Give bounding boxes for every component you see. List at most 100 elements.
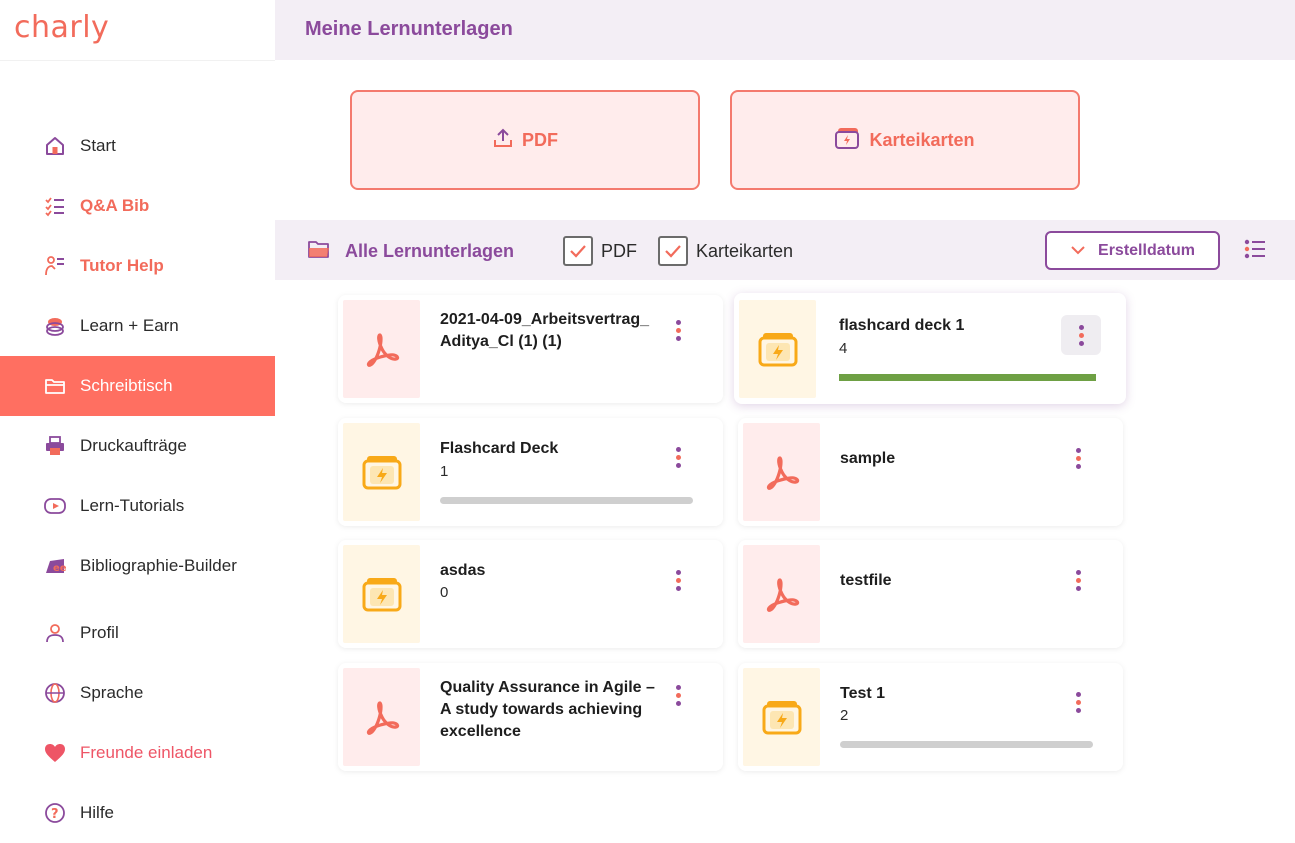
deck-filter-checkbox[interactable]: Karteikarten [658,236,793,266]
card-count: 1 [440,463,449,480]
sidebar-item-label: Freunde einladen [80,743,213,762]
sidebar-item-freunde-einladen[interactable]: Freunde einladen [0,723,275,783]
play-icon [42,493,68,519]
card-count: 4 [839,340,848,357]
pdf-filter-label: PDF [601,240,637,261]
sidebar-item-sprache[interactable]: Sprache [0,663,275,723]
card-count: 2 [840,707,849,724]
more-options-icon[interactable] [658,437,698,477]
sidebar-item-hilfe[interactable]: ? Hilfe [0,783,275,843]
sidebar-item-label: Start [80,136,116,155]
sidebar-item-bibliographie-builder[interactable]: ee Bibliographie-Builder [0,536,275,596]
more-options-icon[interactable] [1061,315,1101,355]
more-options-icon[interactable] [658,310,698,350]
checkmark-icon [563,236,593,266]
document-card[interactable]: asdas 0 [338,540,723,648]
sidebar-item-label: Bibliographie-Builder [80,556,237,575]
card-title: flashcard deck 1 [839,317,965,334]
sidebar-item-lern-tutorials[interactable]: Lern-Tutorials [0,476,275,536]
flashcard-icon [739,300,816,398]
quote-icon: ee [42,553,68,579]
user-icon [42,620,68,646]
divider [0,60,275,61]
sidebar-item-label: Profil [80,623,119,642]
sidebar-item-druckauftraege[interactable]: Druckaufträge [0,416,275,476]
coins-icon [42,313,68,339]
pdf-filter-checkbox[interactable]: PDF [563,236,637,266]
card-title: sample [840,450,896,467]
chevron-down-icon [1070,242,1086,260]
sidebar-item-label: Tutor Help [80,256,164,275]
tutor-icon [42,253,68,279]
globe-icon [42,680,68,706]
create-deck-button[interactable]: Karteikarten [730,90,1080,190]
more-options-icon[interactable] [1058,438,1098,478]
card-title: Flashcard Deck [440,440,559,457]
sidebar-item-label: Schreibtisch [80,376,173,395]
document-card[interactable]: Test 1 2 [738,663,1123,771]
upload-icon [492,127,514,154]
sidebar-item-learn-earn[interactable]: Learn + Earn [0,296,275,356]
flashcard-icon [343,423,420,521]
sidebar-item-profil[interactable]: Profil [0,603,275,663]
document-card[interactable]: sample [738,418,1123,526]
document-card[interactable]: flashcard deck 1 4 [734,293,1126,404]
sidebar-item-start[interactable]: Start [0,116,275,176]
pdf-icon [343,668,420,766]
upload-pdf-label: PDF [522,129,558,150]
progress-fill [839,374,1096,381]
sidebar-item-label: Q&A Bib [80,196,150,215]
sidebar-item-label: Druckaufträge [80,436,187,455]
svg-text:?: ? [51,807,59,822]
sidebar: charly Start Q&A Bib Tutor Help Learn + … [0,0,275,843]
flashcard-icon [343,545,420,643]
pdf-icon [343,300,420,398]
charly-logo[interactable]: charly [14,10,109,45]
create-deck-label: Karteikarten [869,129,975,150]
sidebar-item-label: Sprache [80,683,144,702]
card-title: Test 1 [840,685,886,702]
card-count: 0 [440,584,449,601]
sort-button[interactable]: Erstelldatum [1045,231,1220,270]
all-documents-label: Alle Lernunterlagen [345,241,515,261]
more-options-icon[interactable] [658,560,698,600]
card-title: testfile [840,572,892,589]
flashcard-icon [743,668,820,766]
checkmark-icon [658,236,688,266]
document-card[interactable]: 2021-04-09_Arbeitsvertrag_Aditya_Cl (1) … [338,295,723,403]
pdf-icon [743,545,820,643]
card-title: Quality Assurance in Agile – A study tow… [440,679,655,740]
list-view-icon[interactable] [1243,238,1267,265]
more-options-icon[interactable] [658,675,698,715]
folder-icon [42,373,68,399]
progress-bar [839,374,1096,381]
help-icon: ? [42,800,68,826]
home-icon [42,133,68,159]
document-card[interactable]: testfile [738,540,1123,648]
printer-icon [42,433,68,459]
sidebar-item-label: Learn + Earn [80,316,179,335]
all-documents-filter[interactable]: Alle Lernunterlagen [307,238,514,265]
deck-filter-label: Karteikarten [696,240,794,261]
sidebar-item-tutor-help[interactable]: Tutor Help [0,236,275,296]
document-card[interactable]: Flashcard Deck 1 [338,418,723,526]
progress-bar [840,741,1093,748]
progress-bar [440,497,693,504]
card-title: asdas [440,562,486,579]
card-title: 2021-04-09_Arbeitsvertrag_Aditya_Cl (1) … [440,311,650,350]
more-options-icon[interactable] [1058,560,1098,600]
sidebar-item-schreibtisch[interactable]: Schreibtisch [0,356,275,416]
flashcard-icon [835,126,861,155]
upload-pdf-button[interactable]: PDF [350,90,700,190]
more-options-icon[interactable] [1058,682,1098,722]
filter-bar: Alle Lernunterlagen PDF Karteikarten Ers… [275,220,1295,280]
heart-icon [42,740,68,766]
sidebar-item-qa-bib[interactable]: Q&A Bib [0,176,275,236]
pdf-icon [743,423,820,521]
sort-label: Erstelldatum [1098,241,1195,259]
document-card[interactable]: Quality Assurance in Agile – A study tow… [338,663,723,771]
checklist-icon [42,193,68,219]
sidebar-item-label: Hilfe [80,803,115,822]
svg-text:ee: ee [53,563,66,574]
sidebar-item-label: Lern-Tutorials [80,496,185,515]
